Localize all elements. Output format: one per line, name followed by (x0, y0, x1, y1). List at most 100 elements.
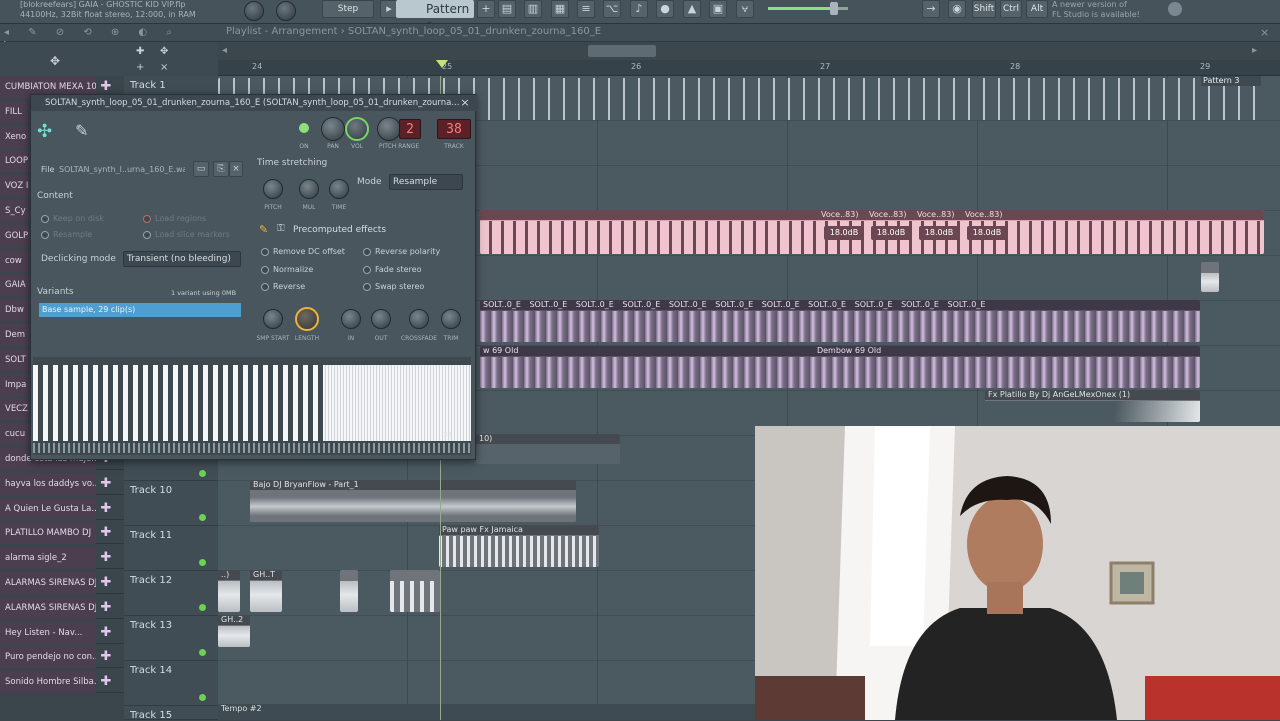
channel-row[interactable]: ALARMAS SIRENAS DJ... ✚ (0, 572, 124, 594)
scroll-right-icon[interactable]: ▸ (1252, 45, 1257, 56)
track-mute-led[interactable] (199, 649, 206, 656)
volume-knob[interactable] (345, 117, 369, 141)
track-header-11[interactable]: Track 11 (124, 526, 218, 571)
channel-add-icon[interactable]: ✚ (96, 498, 116, 520)
scroll-left-icon[interactable]: ◂ (222, 45, 227, 56)
channel-rack-icon[interactable]: ▦ (551, 0, 569, 18)
channel-add-icon[interactable]: ✚ (96, 646, 116, 668)
channel-name[interactable]: alarma sigle_2 (0, 547, 96, 570)
channel-row[interactable]: ALARMAS SIRENAS DJ... ✚ (0, 596, 124, 619)
fl-logo-icon[interactable] (1168, 2, 1182, 16)
mixer-icon[interactable]: ≡ (577, 0, 595, 18)
timeline-ruler[interactable]: 24 25 26 27 28 29 (218, 60, 1280, 76)
piano-roll-icon[interactable]: ▥ (524, 0, 542, 18)
zoom-move-icon[interactable]: ✥ (160, 46, 168, 57)
zoom-plus-icon[interactable]: ✚ (136, 46, 144, 57)
pattern-picker-icon[interactable]: ▣ (709, 0, 727, 18)
channel-row[interactable]: Hey Listen - Nav... ✚ (0, 621, 124, 644)
channel-add-icon[interactable]: ✚ (96, 473, 116, 495)
stretch-mul-knob[interactable] (299, 179, 319, 199)
fade-in-knob[interactable] (341, 309, 361, 329)
sample-file-name[interactable]: SOLTAN_synth_l..urna_160_E.wav (59, 165, 185, 174)
fade-out-knob[interactable] (371, 309, 391, 329)
channel-row[interactable]: PLATILLO MAMBO DJ ✚ (0, 522, 124, 545)
shift-key-button[interactable]: Shift (972, 0, 996, 18)
copy-icon[interactable]: ⎘ (213, 161, 229, 177)
remove-sample-icon[interactable]: × (229, 161, 243, 177)
stretch-time-knob[interactable] (329, 179, 349, 199)
track-mute-led[interactable] (199, 514, 206, 521)
metronome-icon[interactable]: ⩝ (736, 0, 754, 18)
update-notice[interactable]: A newer version of FL Studio is availabl… (1052, 0, 1172, 20)
ctrl-key-button[interactable]: Ctrl (1000, 0, 1022, 18)
mute-tool-icon[interactable]: + (136, 62, 144, 73)
track12-clip-b[interactable]: GH..T (250, 570, 282, 612)
playlist-icon[interactable]: ▤ (498, 0, 516, 18)
sample-start-knob[interactable] (263, 309, 283, 329)
track-header-12[interactable]: Track 12 (124, 571, 218, 616)
channel-row[interactable]: alarma sigle_2 ✚ (0, 547, 124, 570)
track-mute-led[interactable] (199, 694, 206, 701)
track12-clip-c[interactable] (340, 570, 358, 612)
playlist-horizontal-scroll[interactable]: ◂ ▸ (218, 42, 1280, 60)
fade-stereo-radio[interactable] (363, 266, 371, 274)
channel-add-icon[interactable]: ✚ (96, 522, 116, 544)
normalize-radio[interactable] (261, 266, 269, 274)
platillo-clip[interactable]: Fx Platillo By Dj AnGeLMexOnex (1) (985, 390, 1200, 422)
pitch-knob[interactable] (377, 117, 401, 141)
channel-name[interactable]: Sonido Hombre Silba... (0, 671, 96, 694)
channel-name[interactable]: ALARMAS SIRENAS DJ... (0, 572, 96, 594)
close-icon[interactable]: × (459, 96, 471, 110)
master-pitch-knob[interactable] (244, 1, 264, 21)
tempo-automation-clip[interactable]: Tempo #2 (218, 704, 758, 720)
waveform-tab-icon[interactable]: ✣ (37, 121, 52, 142)
snap-step-select[interactable]: Step (322, 0, 374, 18)
track-mute-led[interactable] (199, 604, 206, 611)
waveform-overview[interactable] (33, 443, 471, 453)
load-regions-radio[interactable] (143, 215, 151, 223)
channel-row[interactable]: Sonido Hombre Silba... ✚ (0, 671, 124, 694)
scroll-thumb[interactable] (588, 45, 656, 57)
tempo-knob[interactable] (276, 1, 296, 21)
add-pattern-icon[interactable]: + (477, 0, 495, 18)
keep-on-disk-radio[interactable] (41, 215, 49, 223)
channel-add-icon[interactable]: ✚ (96, 572, 116, 594)
delete-tool-icon[interactable]: × (160, 62, 168, 73)
track12-clip-d[interactable] (390, 570, 440, 612)
pattern-clip-tag[interactable]: Pattern 3 (1201, 76, 1261, 86)
alt-key-button[interactable]: Alt (1026, 0, 1048, 18)
pan-knob[interactable] (321, 117, 345, 141)
channel-name[interactable]: Hey Listen - Nav... (0, 621, 96, 644)
small-sample-clip[interactable] (1201, 262, 1219, 292)
playhead-marker[interactable] (436, 60, 448, 68)
load-slice-markers-radio[interactable] (143, 231, 151, 239)
channel-add-icon[interactable]: ✚ (96, 597, 116, 619)
track-header-13[interactable]: Track 13 (124, 616, 218, 661)
pattern-selector[interactable]: Pattern 3 (396, 0, 474, 34)
channel-name[interactable]: ALARMAS SIRENAS DJ... (0, 596, 96, 619)
channel-row[interactable]: A Quien Le Gusta La... ✚ (0, 497, 124, 520)
track-mute-led[interactable] (199, 559, 206, 566)
channel-add-icon[interactable]: ✚ (96, 622, 116, 644)
cpu-icon[interactable]: ◉ (948, 0, 966, 18)
variant-row[interactable]: Base sample, 29 clip(s) (39, 303, 241, 317)
resample-radio[interactable] (41, 231, 49, 239)
channel-add-icon[interactable]: ✚ (96, 547, 116, 569)
project-icon[interactable]: ● (656, 0, 674, 18)
bajo-clip[interactable]: Bajo DJ BryanFlow - Part_1 (250, 480, 576, 522)
sample-waveform[interactable]: 32 (33, 357, 471, 455)
snap-magnet-icon[interactable]: ✥ (50, 54, 60, 68)
stretch-mode-select[interactable]: Resample (389, 174, 463, 190)
track13-clip[interactable]: GH..2 (218, 615, 250, 647)
remove-dc-radio[interactable] (261, 248, 269, 256)
lock-icon[interactable]: ⚿ (277, 223, 285, 234)
master-volume-thumb[interactable] (829, 2, 838, 15)
track-header-14[interactable]: Track 14 (124, 661, 218, 706)
channel-row[interactable]: hayva los daddys vo... ✚ (0, 472, 124, 495)
length-knob[interactable] (295, 307, 319, 331)
channel-on-led[interactable] (299, 123, 309, 133)
stretch-pitch-knob[interactable] (263, 179, 283, 199)
channel-row[interactable]: Puro pendejo no con... ✚ (0, 646, 124, 669)
crossfade-knob[interactable] (409, 309, 429, 329)
soltan-clip[interactable]: SOLT..0_E SOLT..0_E SOLT..0_E SOLT..0_E … (480, 300, 1200, 342)
